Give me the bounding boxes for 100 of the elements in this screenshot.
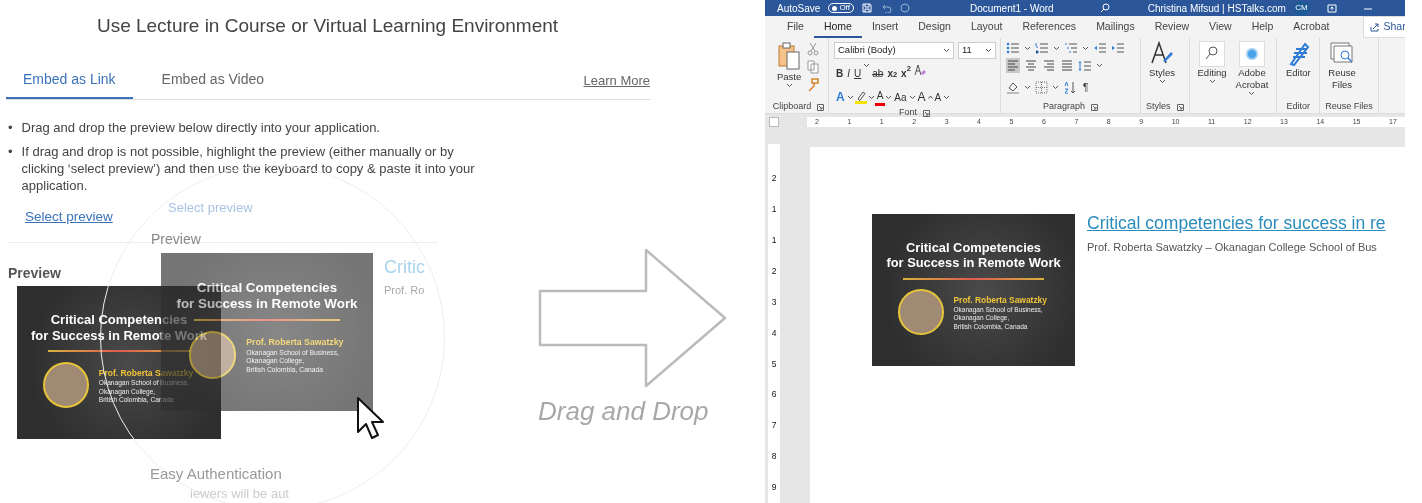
ruler-number: 3 (771, 295, 777, 309)
align-right-icon[interactable] (1042, 58, 1056, 73)
ribbon-tab[interactable]: Mailings (1086, 16, 1145, 38)
caret-icon (985, 48, 992, 53)
font-color-button[interactable]: A (874, 88, 886, 106)
grow-font-button[interactable]: A (915, 87, 928, 107)
ruler-number: 9 (771, 481, 777, 494)
ribbon-tab[interactable]: View (1199, 16, 1242, 38)
account-name: Christina Mifsud | HSTalks.com (1147, 1, 1286, 16)
copy-icon[interactable] (807, 60, 820, 74)
select-preview-link[interactable]: Select preview (25, 207, 113, 228)
tab[interactable]: Embed as Video (144, 68, 282, 99)
tab-selector[interactable] (769, 117, 779, 127)
lecture-link[interactable]: Critical competencies for success in re (1087, 214, 1386, 234)
format-button[interactable]: ab (870, 63, 886, 83)
format-button[interactable]: U (852, 63, 864, 83)
reuse-button[interactable]: Reuse Files (1325, 38, 1359, 101)
clipboard-icon (777, 41, 802, 71)
caret-icon (867, 94, 875, 100)
display-options-icon[interactable] (1326, 3, 1337, 13)
align-center-icon[interactable] (1024, 58, 1038, 73)
ribbon-tab[interactable]: File (777, 16, 814, 38)
numbered-list-icon[interactable] (1035, 42, 1049, 54)
ruler-number: 6 (771, 388, 777, 402)
font-size-field[interactable]: 11 (958, 42, 996, 59)
preview-heading: Preview (151, 230, 201, 249)
share-button[interactable]: Shar (1363, 16, 1405, 38)
byline-text: Prof. Ro (384, 283, 425, 298)
portrait-placeholder (898, 289, 944, 335)
dialog-launcher-icon[interactable] (817, 103, 825, 111)
ruler-number: 2 (771, 264, 777, 278)
tab[interactable]: Embed as Link (6, 68, 133, 99)
window-title: Document1 - Word (969, 1, 1054, 16)
slide-title: Critical Competencies (905, 239, 1042, 256)
align-justify-icon[interactable] (1060, 58, 1074, 73)
magnifier-icon (1199, 41, 1226, 67)
text-effects-button[interactable]: A (834, 87, 847, 107)
instruction-text: Drag and drop the preview below directly into your application. (21, 119, 380, 137)
line-spacing-icon[interactable] (1078, 59, 1092, 72)
format-painter-icon[interactable] (807, 78, 820, 92)
ribbon-tab[interactable]: Design (908, 16, 961, 38)
section-title: Easy Authentication (150, 464, 282, 484)
clear-formatting-icon[interactable] (912, 63, 927, 77)
editing-button[interactable]: Editing (1194, 38, 1230, 101)
styles-button[interactable]: Styles (1146, 38, 1178, 101)
group-label: Editor (1286, 100, 1311, 114)
dialog-launcher-icon[interactable] (923, 109, 930, 117)
paste-button[interactable]: Paste (774, 38, 805, 101)
align-left-icon[interactable] (1006, 58, 1020, 73)
account-avatar[interactable]: CM (1293, 0, 1309, 16)
caret-icon (943, 94, 951, 100)
shrink-font-button[interactable]: A (932, 87, 944, 107)
format-button[interactable]: x$^{2}$ (899, 63, 913, 83)
slide-title: for Success in Remote Work (886, 255, 1061, 271)
font-size-value: 11 (962, 43, 972, 58)
ribbon-tab[interactable]: Review (1144, 16, 1200, 38)
dialog-launcher-icon[interactable] (1176, 103, 1184, 111)
caret-icon (1096, 63, 1103, 68)
show-formatting-button[interactable]: ¶ (1081, 77, 1091, 97)
caret-icon (1082, 45, 1089, 51)
speaker-name: Prof. Roberta Sawatzky (246, 335, 344, 349)
bullet-marker: • (8, 119, 13, 137)
borders-icon[interactable] (1035, 80, 1048, 94)
font-name-field[interactable]: Calibri (Body) (834, 42, 954, 59)
group-label: Clipboard (772, 100, 812, 114)
decrease-indent-icon[interactable] (1093, 42, 1107, 54)
ribbon-tab[interactable]: Help (1241, 16, 1284, 38)
sort-icon[interactable] (1063, 80, 1077, 94)
caret-icon (846, 94, 854, 100)
acrobat-button[interactable]: Adobe Acrobat (1232, 38, 1272, 101)
format-button[interactable]: I (845, 63, 852, 83)
increase-indent-icon[interactable] (1111, 42, 1125, 54)
dialog-launcher-icon[interactable] (1091, 103, 1098, 111)
format-button[interactable]: B (834, 63, 846, 83)
multilevel-list-icon[interactable] (1064, 42, 1078, 54)
ribbon-tab[interactable]: References (1012, 16, 1087, 38)
cut-icon[interactable] (807, 42, 820, 56)
highlighter-icon[interactable] (853, 90, 868, 104)
search-icon[interactable] (1099, 3, 1110, 13)
caret-icon (1053, 45, 1060, 51)
editor-button[interactable]: Editor (1282, 38, 1315, 101)
drag-and-drop-caption: Drag and Drop (538, 395, 710, 428)
change-case-button[interactable]: Aa (892, 87, 909, 107)
right-arrow-icon (538, 247, 728, 390)
group-label: Font (899, 106, 917, 119)
group-label: Styles (1146, 100, 1171, 114)
format-button[interactable]: x$_{2}$ (885, 63, 900, 83)
caret-icon (885, 94, 893, 100)
bullet-list-icon[interactable] (1006, 42, 1020, 54)
speaker-name: Prof. Roberta Sawatzky (953, 293, 1047, 307)
instruction-text: If drag and drop is not possible, highlight the preview (either manually or by clicking ‘select preview’) and then use the keyboard to copy & paste it into your application. (21, 144, 476, 196)
ruler-number: 7 (771, 419, 777, 433)
caret-icon (863, 63, 871, 68)
learn-more-link[interactable]: Learn More (583, 71, 650, 99)
ribbon-tab[interactable]: Insert (861, 16, 909, 38)
ribbon-tab[interactable]: Acrobat (1283, 16, 1340, 38)
shading-icon[interactable] (1006, 80, 1020, 94)
group-label: Paragraph (1043, 100, 1085, 114)
ruler-number: 5 (771, 357, 777, 371)
ribbon-tab[interactable]: Layout (960, 16, 1013, 38)
